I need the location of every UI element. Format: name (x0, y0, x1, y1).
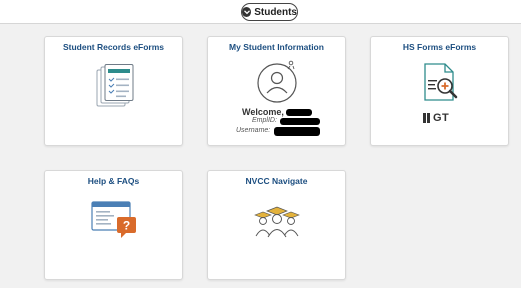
help-faqs-tile[interactable]: Help & FAQs ? (44, 170, 183, 280)
redacted-username (274, 127, 320, 136)
tile-title: My Student Information (229, 42, 324, 52)
graduates-icon (254, 206, 300, 238)
student-records-eforms-tile[interactable]: Student Records eForms (44, 36, 183, 146)
nvcc-navigate-tile[interactable]: NVCC Navigate (207, 170, 346, 280)
student-avatar-icon (257, 60, 297, 103)
tile-title: Student Records eForms (62, 42, 165, 52)
tile-title: HS Forms eForms (402, 42, 477, 52)
logo-bar-icon (423, 113, 426, 123)
gt-logo-text: GT (433, 112, 450, 124)
students-nav-dropdown[interactable]: Students (241, 3, 298, 21)
document-search-icon (424, 63, 458, 101)
clipboard-checklist-icon (96, 64, 134, 107)
redacted-name (286, 109, 312, 116)
welcome-label: Welcome, (242, 107, 284, 117)
svg-text:?: ? (123, 219, 130, 233)
chevron-down-icon (242, 7, 252, 17)
redacted-emplid (280, 118, 320, 125)
top-nav-bar: Students (0, 0, 521, 24)
nav-current-label: Students (254, 6, 297, 18)
tile-title: Help & FAQs (87, 176, 140, 186)
my-student-information-tile[interactable]: My Student Information Welcome, EmplID: … (207, 36, 346, 146)
tile-title: NVCC Navigate (245, 176, 308, 186)
help-screen-icon: ? (91, 201, 136, 238)
gt-logo: GT (423, 112, 449, 124)
hs-forms-eforms-tile[interactable]: HS Forms eForms GT (370, 36, 509, 146)
logo-bar-icon (427, 113, 430, 123)
username-label: Username: (236, 127, 271, 134)
emplid-label: EmplID: (252, 117, 277, 124)
